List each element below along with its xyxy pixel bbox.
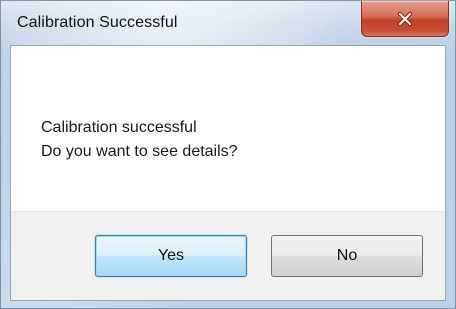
dialog-message: Calibration successful Do you want to se… bbox=[41, 116, 238, 164]
button-area: Yes No bbox=[11, 211, 445, 300]
dialog-title: Calibration Successful bbox=[17, 14, 178, 31]
no-button[interactable]: No bbox=[271, 235, 423, 277]
close-icon bbox=[398, 11, 412, 26]
dialog-content: Calibration successful Do you want to se… bbox=[10, 45, 446, 301]
title-bar[interactable]: Calibration Successful bbox=[1, 1, 455, 45]
message-line-1: Calibration successful bbox=[41, 119, 197, 136]
close-button[interactable] bbox=[361, 1, 449, 37]
yes-button[interactable]: Yes bbox=[95, 235, 247, 277]
message-line-2: Do you want to see details? bbox=[41, 143, 238, 160]
dialog-window: Calibration Successful Calibration succe… bbox=[0, 0, 456, 309]
